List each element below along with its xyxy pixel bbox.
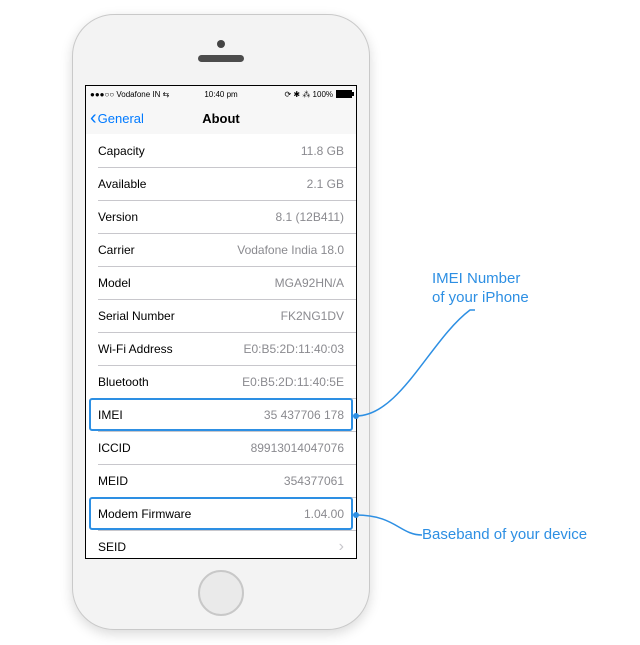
home-button[interactable] [198,570,244,616]
row-carrier: Carrier Vodafone India 18.0 [86,233,356,266]
status-time: 10:40 pm [200,90,241,99]
phone-speaker [198,55,244,62]
row-available: Available 2.1 GB [86,167,356,200]
row-iccid: ICCID 89913014047076 [86,431,356,464]
row-imei: IMEI 35 437706 178 [86,398,356,431]
back-label: General [98,111,144,126]
screen: ●●●○○ Vodafone IN ⇆ 10:40 pm ⟳ ✱ ⁂ 100% … [85,85,357,559]
phone-frame: ●●●○○ Vodafone IN ⇆ 10:40 pm ⟳ ✱ ⁂ 100% … [72,14,370,630]
row-capacity: Capacity 11.8 GB [86,134,356,167]
status-right: ⟳ ✱ ⁂ 100% [242,90,352,99]
callout-imei: IMEI Number of your iPhone [432,270,529,308]
row-seid[interactable]: SEID › [86,530,356,558]
row-serial: Serial Number FK2NG1DV [86,299,356,332]
callout-baseband: Baseband of your device [422,526,587,545]
chevron-right-icon: › [339,539,344,555]
content-scroll[interactable]: Capacity 11.8 GB Available 2.1 GB Versio… [86,134,356,558]
row-bluetooth: Bluetooth E0:B5:2D:11:40:5E [86,365,356,398]
row-model: Model MGA92HN/A [86,266,356,299]
phone-camera [217,40,225,48]
row-version: Version 8.1 (12B411) [86,200,356,233]
row-meid: MEID 354377061 [86,464,356,497]
row-modem: Modem Firmware 1.04.00 [86,497,356,530]
status-carrier: ●●●○○ Vodafone IN ⇆ [90,90,200,99]
nav-bar: ‹ General About [86,102,356,135]
battery-icon [336,90,352,98]
chevron-left-icon: ‹ [90,108,97,128]
info-group: Capacity 11.8 GB Available 2.1 GB Versio… [86,134,356,558]
status-bar: ●●●○○ Vodafone IN ⇆ 10:40 pm ⟳ ✱ ⁂ 100% [86,86,356,102]
row-wifi: Wi-Fi Address E0:B5:2D:11:40:03 [86,332,356,365]
back-button[interactable]: ‹ General [86,108,144,128]
